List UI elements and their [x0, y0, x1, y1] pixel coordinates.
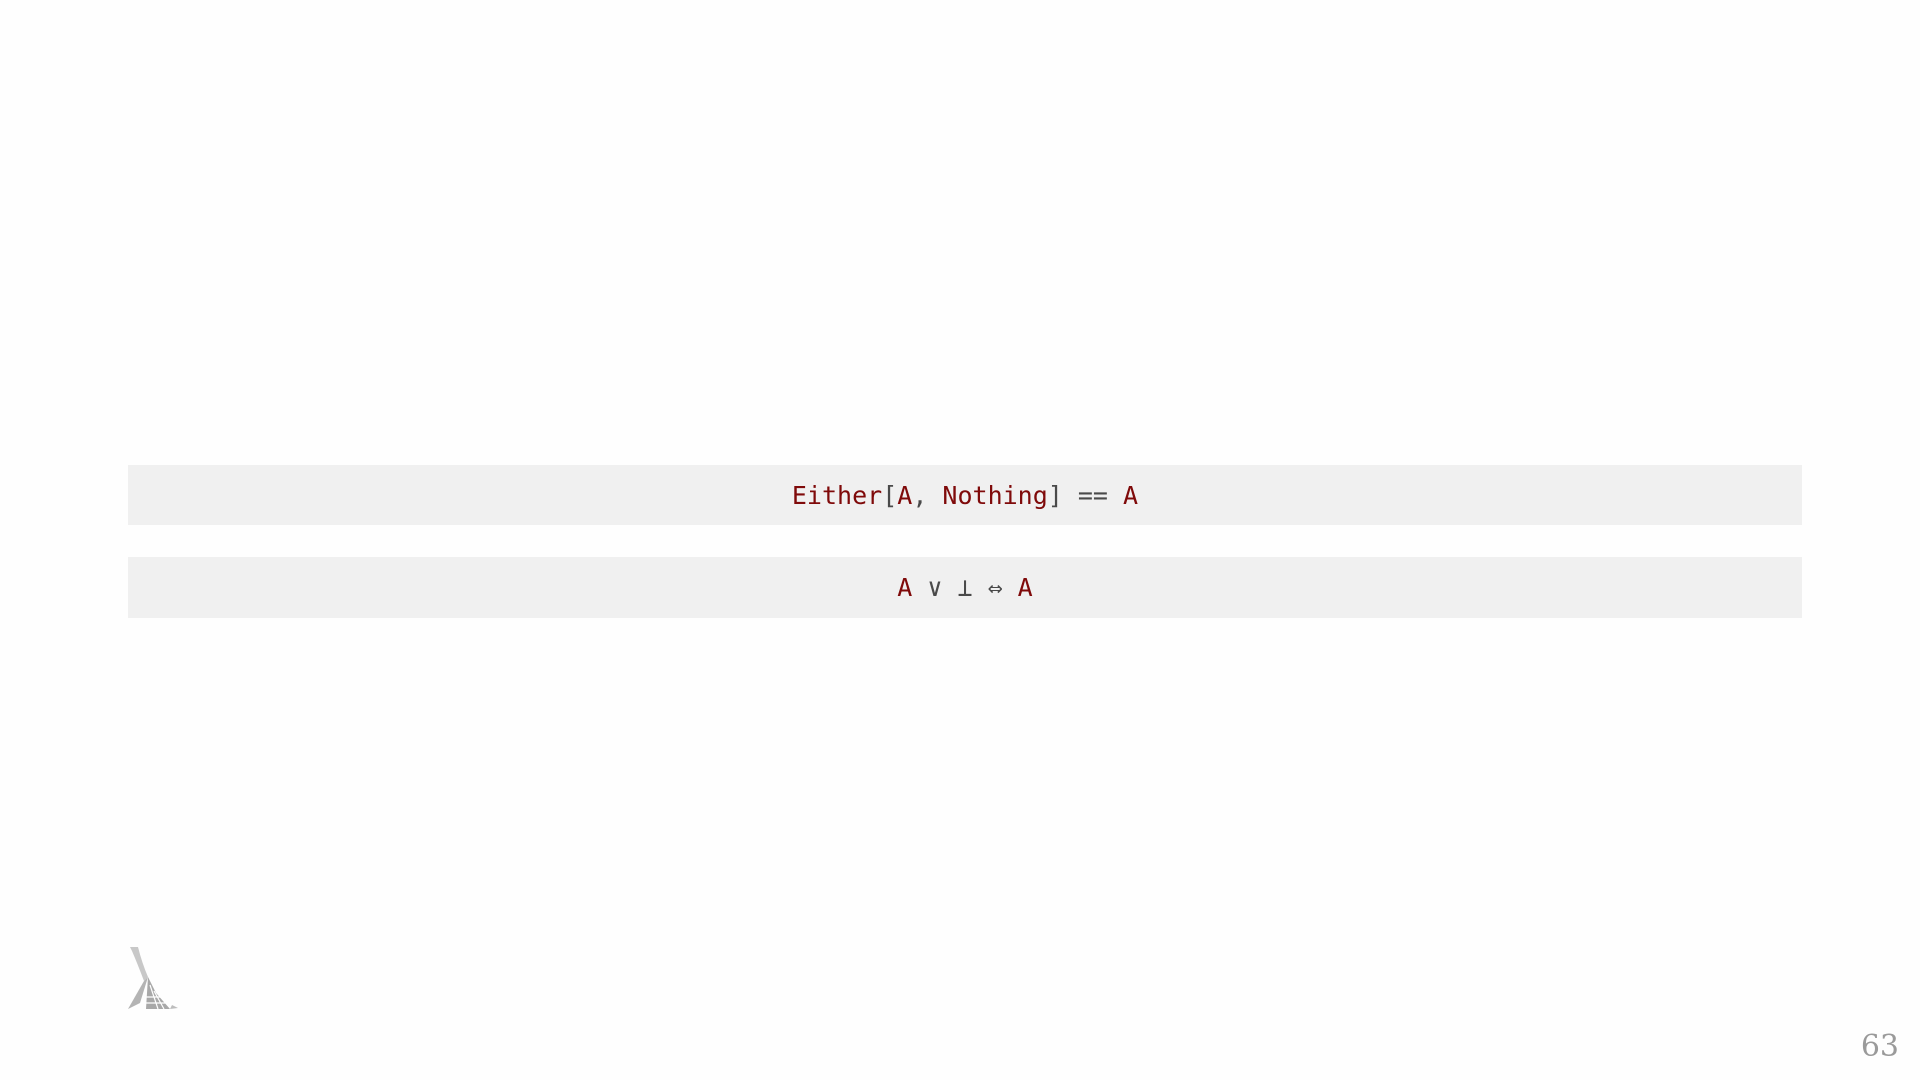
code-block-either-nothing: Either[A, Nothing] == A — [128, 465, 1802, 525]
code-token: A — [897, 480, 913, 510]
code-token: ] == — [1047, 480, 1124, 510]
lambda-logo-icon — [128, 947, 178, 1010]
code-token: , — [912, 480, 943, 510]
code-token: [ — [882, 480, 898, 510]
code-token: ∨ ⊥ ⇔ — [912, 573, 1018, 602]
code-block-logic-equivalence: A ∨ ⊥ ⇔ A — [128, 557, 1802, 618]
code-token: A — [897, 573, 913, 602]
code-token: A — [1123, 480, 1139, 510]
code-token: Either — [791, 480, 883, 510]
code-token: A — [1017, 573, 1033, 602]
code-token: Nothing — [942, 480, 1048, 510]
page-number: 63 — [1860, 1029, 1899, 1064]
